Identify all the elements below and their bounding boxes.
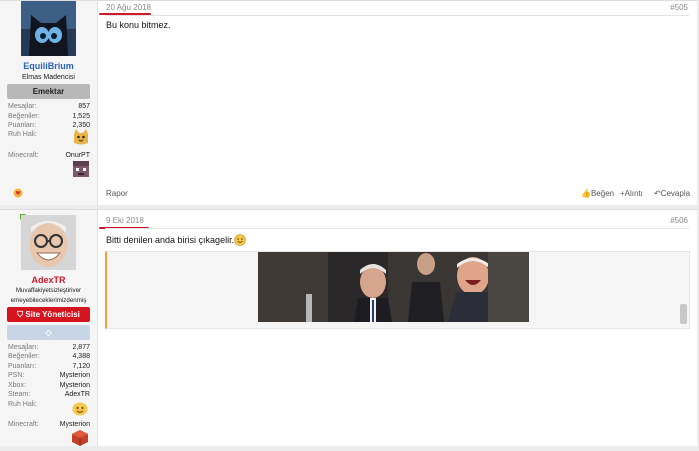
stat-label: Minecraft: [8,421,39,428]
mood-cat-icon [72,128,90,146]
user-sidebar: EquiliBrium Elmas Madencisi Emektar Mesa… [0,1,98,205]
stat-row: Minecraft: OnurPT [8,151,90,161]
stat-value: Mysterion [59,421,90,428]
stat-value: AdexTR [64,391,90,398]
post-content: 20 Ağu 2018 #505 Bu konu bitmez. Rapor 👍… [97,1,697,205]
smile-emoji-icon [234,233,246,246]
like-label: Beğen [590,189,615,198]
post-date[interactable]: 20 Ağu 2018 [106,3,151,12]
heart-emoji-icon [13,185,23,198]
divider [105,15,689,16]
stat-value: 4,388 [72,353,90,360]
user-banner: Emektar [7,84,90,99]
username[interactable]: EquiliBrium [0,61,97,71]
diamond-banner: ◇ [7,325,90,340]
stat-row: Beğeniler: 4,388 [8,352,90,362]
embed-block [105,251,690,329]
post-505: EquiliBrium Elmas Madencisi Emektar Mesa… [0,0,697,205]
stat-row: Minecraft: Mysterion [8,420,90,430]
stat-value: Mysterion [59,372,90,379]
user-sidebar: AdexTR Muvaffakiyetsizleştiriver emeyebil… [0,210,98,446]
laughing-gif[interactable] [258,252,529,322]
report-link[interactable]: Rapor [106,189,128,198]
banner-label: Site Yöneticisi [25,310,80,319]
minecraft-head-icon [72,430,88,446]
stat-row: Mesajlar: 857 [8,102,90,112]
stat-value: OnurPT [65,152,90,159]
minecraft-head-icon [73,161,89,177]
reply-icon: ↶ [654,189,661,198]
stat-label: Mesajlar: [8,103,37,110]
post-content: 9 Eki 2018 #506 Bitti denilen anda biris… [97,210,697,446]
reply-label: Cevapla [660,189,691,198]
stat-label: Steam: [8,391,31,398]
username[interactable]: AdexTR [0,275,97,285]
post-506: AdexTR Muvaffakiyetsizleştiriver emeyebil… [0,209,697,446]
stat-row: PSN: Mysterion [8,371,90,381]
quote-button[interactable]: +Alıntı [620,189,643,198]
shield-icon: ⛉ [17,310,24,319]
stat-label: Minecraft: [8,152,39,159]
stat-row: Steam: AdexTR [8,390,90,400]
post-text: Bitti denilen anda birisi çıkagelir. [106,235,235,245]
post-number[interactable]: #505 [670,3,688,12]
stat-label: PSN: [8,372,25,379]
avatar[interactable] [21,1,76,56]
post-date[interactable]: 9 Eki 2018 [106,216,144,225]
user-banner: ⛉ Site Yöneticisi [7,307,90,322]
post-text: Bu konu bitmez. [106,20,171,30]
avatar[interactable] [21,215,76,270]
stat-label: Beğeniler: [8,353,40,360]
post-number[interactable]: #506 [670,216,688,225]
embed-scrollbar[interactable] [680,304,687,324]
thumb-up-icon: 👍 [581,189,591,198]
reply-button[interactable]: ↶Cevapla [654,189,690,198]
stat-label: Ruh Hali: [8,131,37,138]
user-title: Elmas Madencisi [22,74,75,81]
like-button[interactable]: 👍Beğen [581,189,614,198]
stat-label: Ruh Hali: [8,401,37,408]
diamond-icon: ◇ [45,328,52,337]
divider [105,228,689,229]
smile-emoji-icon [72,400,88,416]
stat-value: 857 [78,103,90,110]
user-title: Muvaffakiyetsizleştiriver emeyebilecekler… [10,287,87,304]
